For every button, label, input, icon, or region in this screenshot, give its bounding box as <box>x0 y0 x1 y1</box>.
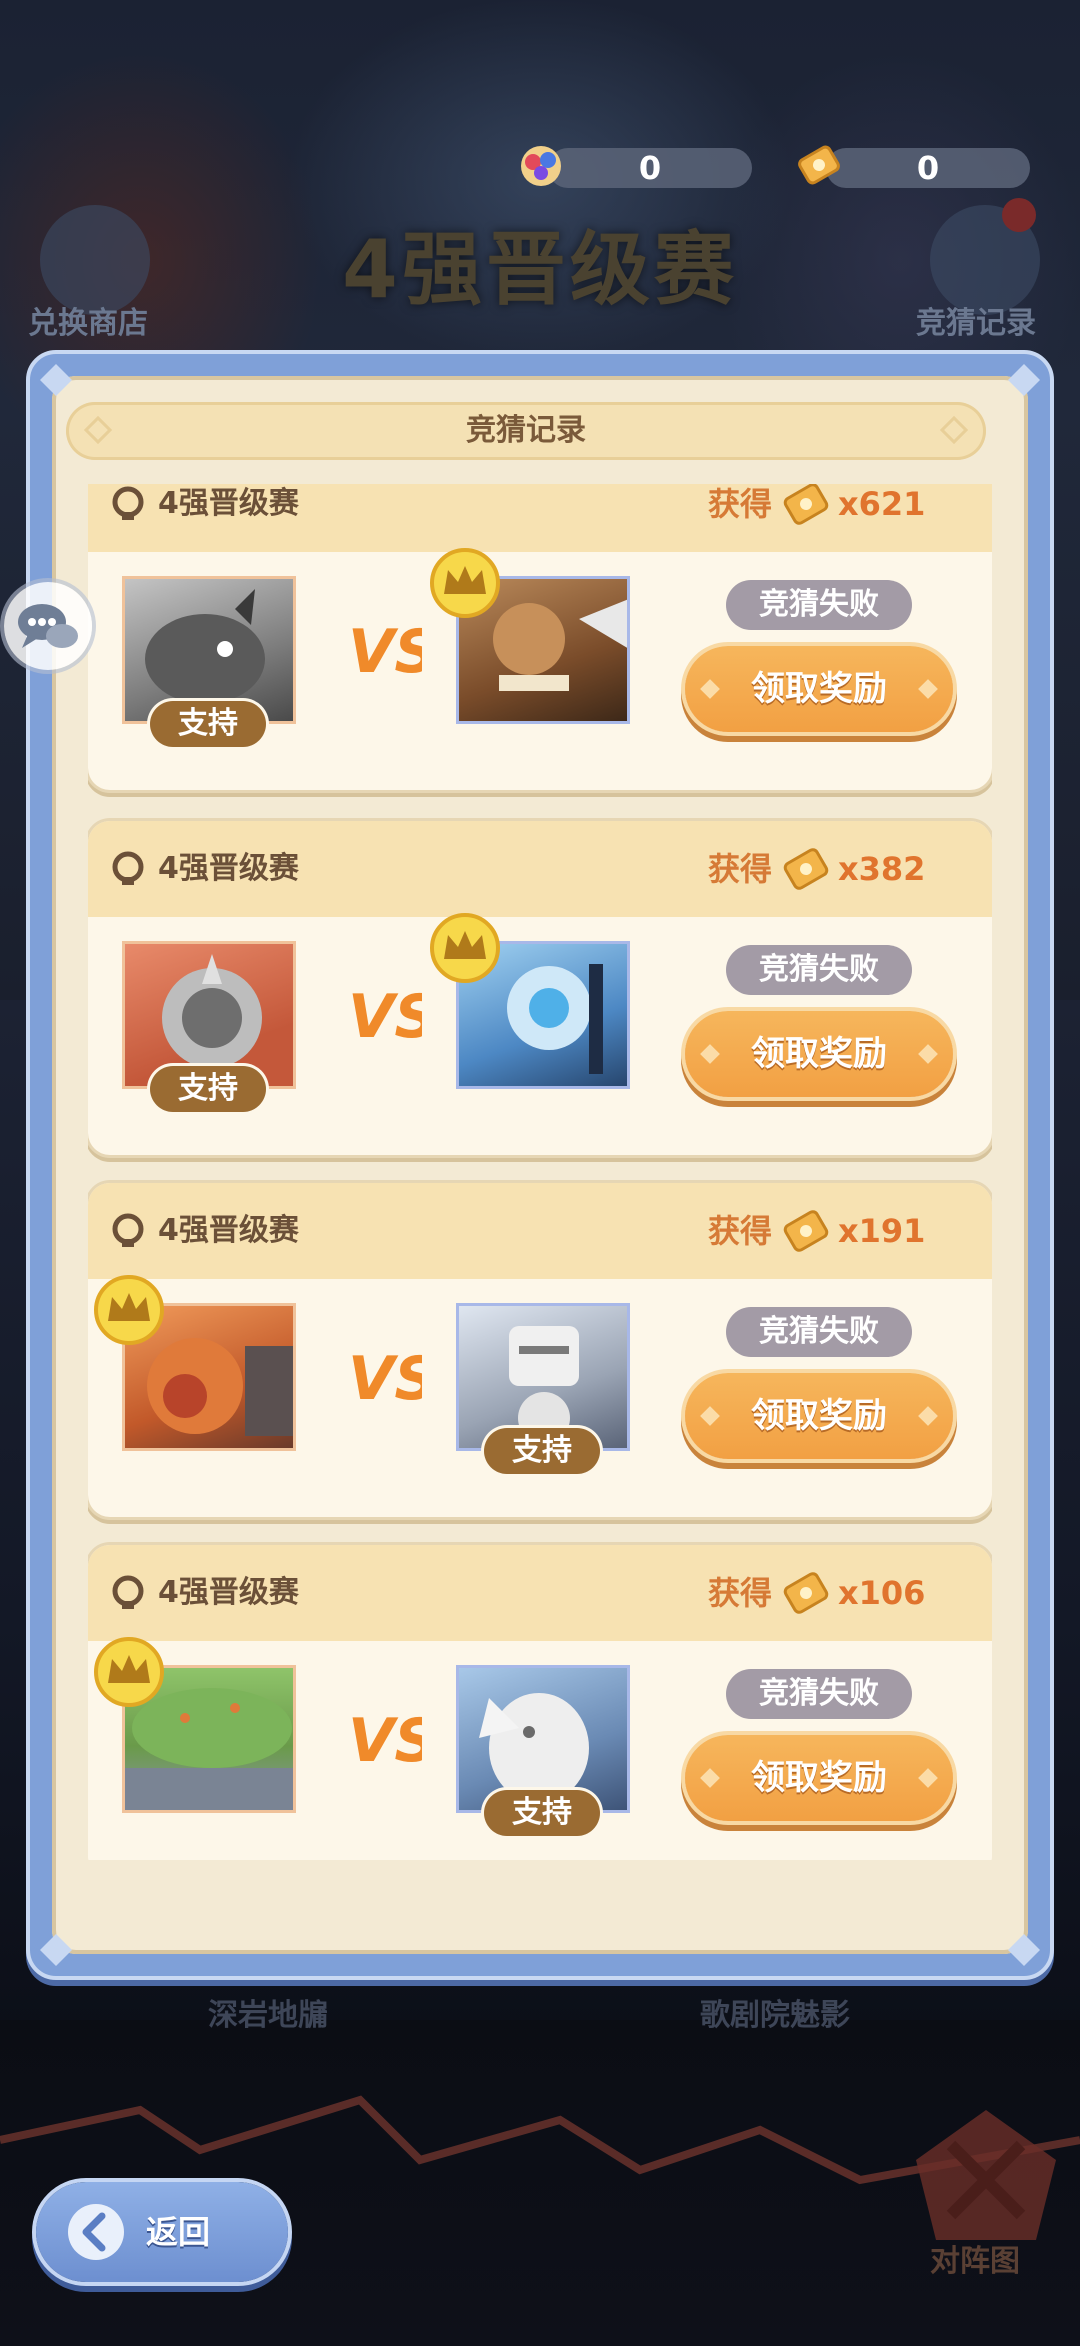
shop-button-label: 兑换商店 <box>28 306 148 341</box>
button-diamond-icon <box>918 1406 938 1426</box>
record-card: 4强晋级赛 获得 x621 支持 VS 竞猜失败 领取奖励 <box>88 484 992 790</box>
reward-label: 获得 <box>708 1212 773 1250</box>
modal-title: 竞猜记录 <box>466 413 586 448</box>
support-badge: 支持 <box>484 1790 600 1836</box>
record-card: 4强晋级赛 获得 x382 支持 VS 竞猜失败 领取奖励 <box>88 821 992 1155</box>
back-button[interactable]: 返回 <box>36 2182 288 2282</box>
support-badge: 支持 <box>150 1066 266 1112</box>
reward-count: x621 <box>838 485 926 523</box>
record-header: 4强晋级赛 获得 x106 <box>88 1545 992 1641</box>
back-button-label: 返回 <box>146 2213 211 2251</box>
ticket-icon <box>783 848 829 890</box>
dim-bottom-left-text: 深岩地牖 <box>208 1998 328 2033</box>
button-diamond-icon <box>918 679 938 699</box>
reward-label: 获得 <box>708 850 773 888</box>
reward-count: x106 <box>838 1574 926 1612</box>
status-pill: 竞猜失败 <box>726 945 912 995</box>
ticket-icon <box>783 1210 829 1252</box>
reward-label: 获得 <box>708 485 773 523</box>
record-title: 4强晋级赛 <box>158 1213 299 1248</box>
chat-button[interactable] <box>4 582 92 670</box>
support-badge: 支持 <box>150 701 266 747</box>
betting-record-label: 竞猜记录 <box>916 306 1036 341</box>
status-pill: 竞猜失败 <box>726 580 912 630</box>
record-title: 4强晋级赛 <box>158 851 299 886</box>
winner-crown-icon <box>94 1275 164 1345</box>
corner-ornament-icon <box>40 364 72 396</box>
button-diamond-icon <box>700 1768 720 1788</box>
button-diamond-icon <box>918 1044 938 1064</box>
trophy-icon <box>112 851 144 885</box>
claim-reward-button[interactable]: 领取奖励 <box>685 1011 953 1097</box>
gem-counter: 0 <box>548 148 752 188</box>
svg-text:VS: VS <box>348 1344 422 1414</box>
record-title: 4强晋级赛 <box>158 1575 299 1610</box>
button-diamond-icon <box>700 1044 720 1064</box>
button-diamond-icon <box>918 1768 938 1788</box>
claim-reward-button[interactable]: 领取奖励 <box>685 646 953 732</box>
ticket-counter: 0 <box>826 148 1030 188</box>
vs-icon: VS <box>348 1706 422 1776</box>
trophy-icon <box>112 486 144 520</box>
reward-count: x382 <box>838 850 926 888</box>
record-list[interactable]: 4强晋级赛 获得 x621 支持 VS 竞猜失败 领取奖励 <box>88 484 992 1860</box>
record-title: 4强晋级赛 <box>158 486 299 521</box>
button-diamond-icon <box>700 1406 720 1426</box>
svg-text:VS: VS <box>348 1706 422 1776</box>
notification-dot <box>1002 198 1036 232</box>
vs-icon: VS <box>348 617 422 687</box>
status-pill: 竞猜失败 <box>726 1307 912 1357</box>
trophy-icon <box>112 1575 144 1609</box>
dim-bottom-right-text: 歌剧院魅影 <box>700 1998 850 2033</box>
back-arrow-icon <box>68 2204 124 2260</box>
button-diamond-icon <box>700 679 720 699</box>
corner-ornament-icon <box>1008 1934 1040 1966</box>
svg-text:VS: VS <box>348 617 422 687</box>
record-header: 4强晋级赛 获得 x621 <box>88 484 992 552</box>
chat-bubble-icon <box>18 604 78 648</box>
modal-header: 竞猜记录 <box>66 402 986 460</box>
claim-reward-button[interactable]: 领取奖励 <box>685 1373 953 1459</box>
record-card: 4强晋级赛 获得 x191 VS 支持 竞猜失败 领取奖励 <box>88 1183 992 1517</box>
ticket-icon <box>783 484 829 525</box>
claim-reward-button[interactable]: 领取奖励 <box>685 1735 953 1821</box>
support-badge: 支持 <box>484 1428 600 1474</box>
corner-ornament-icon <box>1008 364 1040 396</box>
reward-count: x191 <box>838 1212 926 1250</box>
winner-crown-icon <box>94 1637 164 1707</box>
corner-ornament-icon <box>40 1934 72 1966</box>
ticket-icon <box>798 145 840 185</box>
gem-cluster-icon <box>521 146 561 186</box>
status-pill: 竞猜失败 <box>726 1669 912 1719</box>
ticket-icon <box>783 1572 829 1614</box>
winner-crown-icon <box>430 913 500 983</box>
reward-label: 获得 <box>708 1574 773 1612</box>
vs-icon: VS <box>348 1344 422 1414</box>
svg-text:VS: VS <box>348 982 422 1052</box>
vs-icon: VS <box>348 982 422 1052</box>
trophy-icon <box>112 1213 144 1247</box>
winner-crown-icon <box>430 548 500 618</box>
record-header: 4强晋级赛 获得 x191 <box>88 1183 992 1279</box>
record-card: 4强晋级赛 获得 x106 VS 支持 竞猜失败 领取奖励 <box>88 1545 992 1860</box>
record-header: 4强晋级赛 获得 x382 <box>88 821 992 917</box>
formation-button-label: 对阵图 <box>930 2244 1020 2279</box>
